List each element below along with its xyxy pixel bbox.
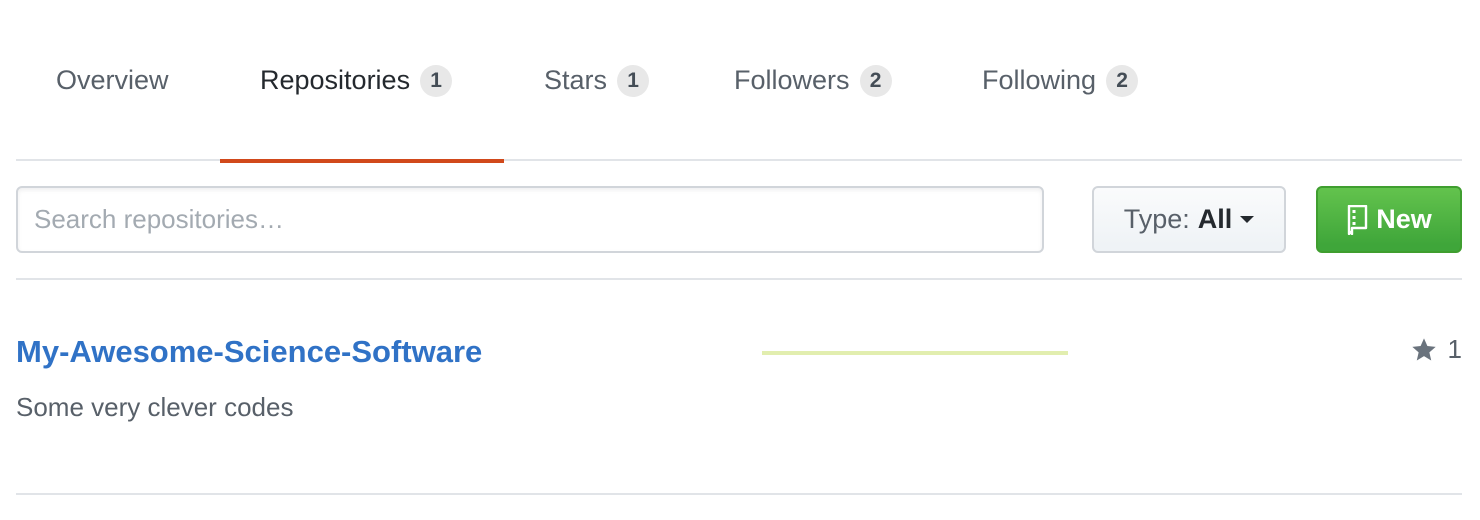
tab-followers-count: 2 (859, 64, 892, 97)
profile-repositories-page: Overview Repositories 1 Stars 1 Follower… (0, 0, 1480, 520)
new-repository-label: New (1376, 204, 1432, 234)
profile-tabs: Overview Repositories 1 Stars 1 Follower… (16, 0, 1462, 163)
search-repositories-input[interactable] (16, 186, 1044, 253)
tab-stars-label: Stars (544, 65, 608, 95)
caret-down-icon (1240, 216, 1255, 223)
tab-repositories-label: Repositories (260, 65, 411, 95)
repository-activity-graph (762, 351, 1068, 355)
tab-stars-count: 1 (617, 64, 650, 97)
tab-overview-label: Overview (56, 65, 169, 95)
repository-name-link[interactable]: My-Awesome-Science-Software (16, 334, 482, 370)
tab-following-count: 2 (1106, 64, 1139, 97)
repository-list-item: My-Awesome-Science-Software Some very cl… (16, 280, 1462, 495)
tab-stars[interactable]: Stars 1 (504, 0, 689, 161)
tab-following[interactable]: Following 2 (942, 0, 1178, 161)
repo-icon (1346, 204, 1368, 235)
type-filter-value: All (1197, 204, 1233, 234)
star-icon (1411, 337, 1436, 360)
repository-stars-link[interactable]: 1 (1410, 334, 1462, 365)
type-filter-prefix: Type: (1123, 204, 1190, 234)
repository-filter-bar: Type: All New (16, 186, 1462, 254)
tab-overview[interactable]: Overview (16, 0, 209, 161)
tab-followers-label: Followers (734, 65, 850, 95)
type-filter-dropdown[interactable]: Type: All (1092, 186, 1286, 253)
tab-following-label: Following (982, 65, 1097, 95)
tab-followers[interactable]: Followers 2 (694, 0, 932, 161)
repository-stars-count: 1 (1447, 334, 1462, 364)
repository-description: Some very clever codes (16, 392, 294, 422)
new-repository-button[interactable]: New (1316, 186, 1462, 253)
tab-repositories[interactable]: Repositories 1 (220, 0, 504, 163)
tab-repositories-count: 1 (420, 64, 453, 97)
